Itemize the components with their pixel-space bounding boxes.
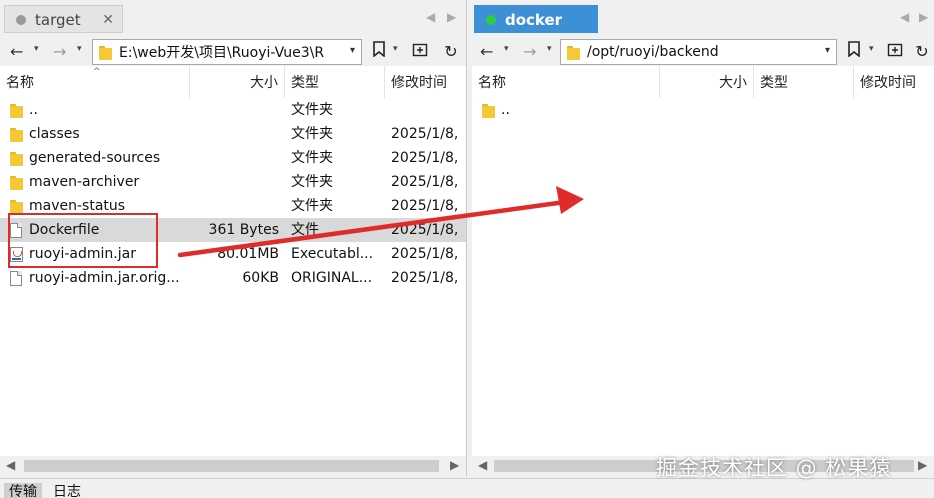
annotation-arrow	[177, 186, 584, 258]
watermark: 掘金技术社区 @ 松果猿	[656, 456, 892, 480]
